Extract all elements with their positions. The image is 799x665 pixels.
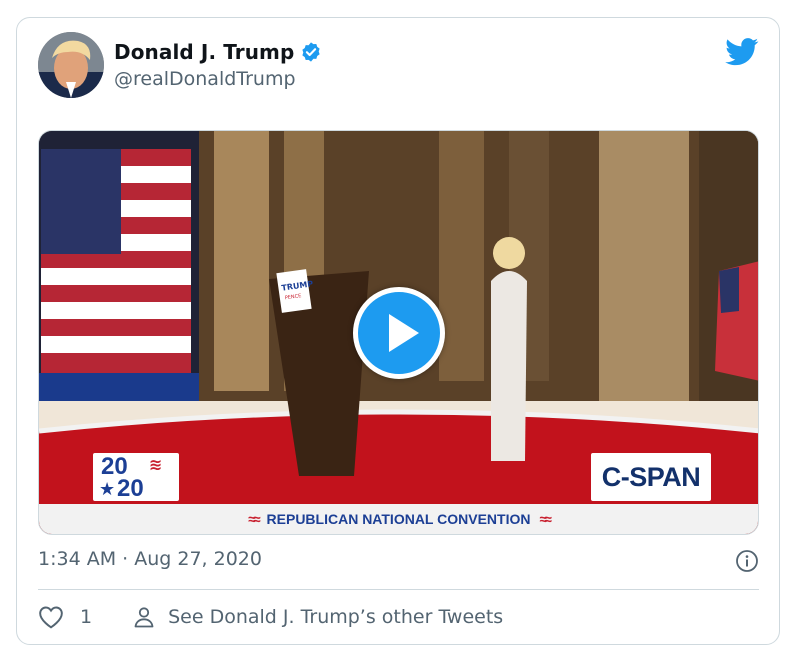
other-tweets-link[interactable]: See Donald J. Trump’s other Tweets [168, 606, 503, 628]
verified-badge-icon [302, 42, 321, 62]
tweet-timestamp[interactable]: 1:34 AM · Aug 27, 2020 [38, 548, 262, 570]
embedded-tweet-card[interactable]: Donald J. Trump @realDonaldTrump TRUMP P… [16, 17, 780, 645]
author-name-row[interactable]: Donald J. Trump [114, 40, 322, 64]
stripes-icon: ≈≈ [539, 511, 552, 527]
author-handle[interactable]: @realDonaldTrump [114, 68, 296, 90]
banner-text: REPUBLICAN NATIONAL CONVENTION [266, 511, 531, 527]
divider [38, 589, 759, 590]
convention-banner: ≈≈ REPUBLICAN NATIONAL CONVENTION ≈≈ [39, 504, 758, 534]
tweet-actions: 1 See Donald J. Trump’s other Tweets [38, 605, 503, 629]
info-icon[interactable] [735, 549, 759, 573]
logo-year-bottom: 20 [117, 475, 144, 502]
avatar-image [38, 32, 104, 98]
star-icon: ★ [99, 479, 116, 500]
play-button[interactable] [353, 287, 445, 379]
american-flag [41, 149, 191, 373]
rnc-2020-logo: 20 20 ★ ≋ [93, 453, 179, 502]
stripes-icon: ≈≈ [248, 511, 261, 527]
play-icon [389, 314, 419, 352]
stripes-icon: ≋ [149, 455, 163, 474]
display-name[interactable]: Donald J. Trump [114, 40, 294, 64]
person-icon [134, 607, 154, 628]
avatar[interactable] [38, 32, 104, 98]
twitter-bird-icon[interactable] [725, 38, 759, 66]
heart-icon[interactable] [38, 605, 64, 629]
video-player[interactable]: TRUMP PENCE 20 20 ★ ≋ C-SPAN ≈≈ REPUBLICA… [38, 130, 759, 535]
like-count[interactable]: 1 [80, 606, 92, 628]
cspan-logo: C-SPAN [591, 453, 711, 501]
